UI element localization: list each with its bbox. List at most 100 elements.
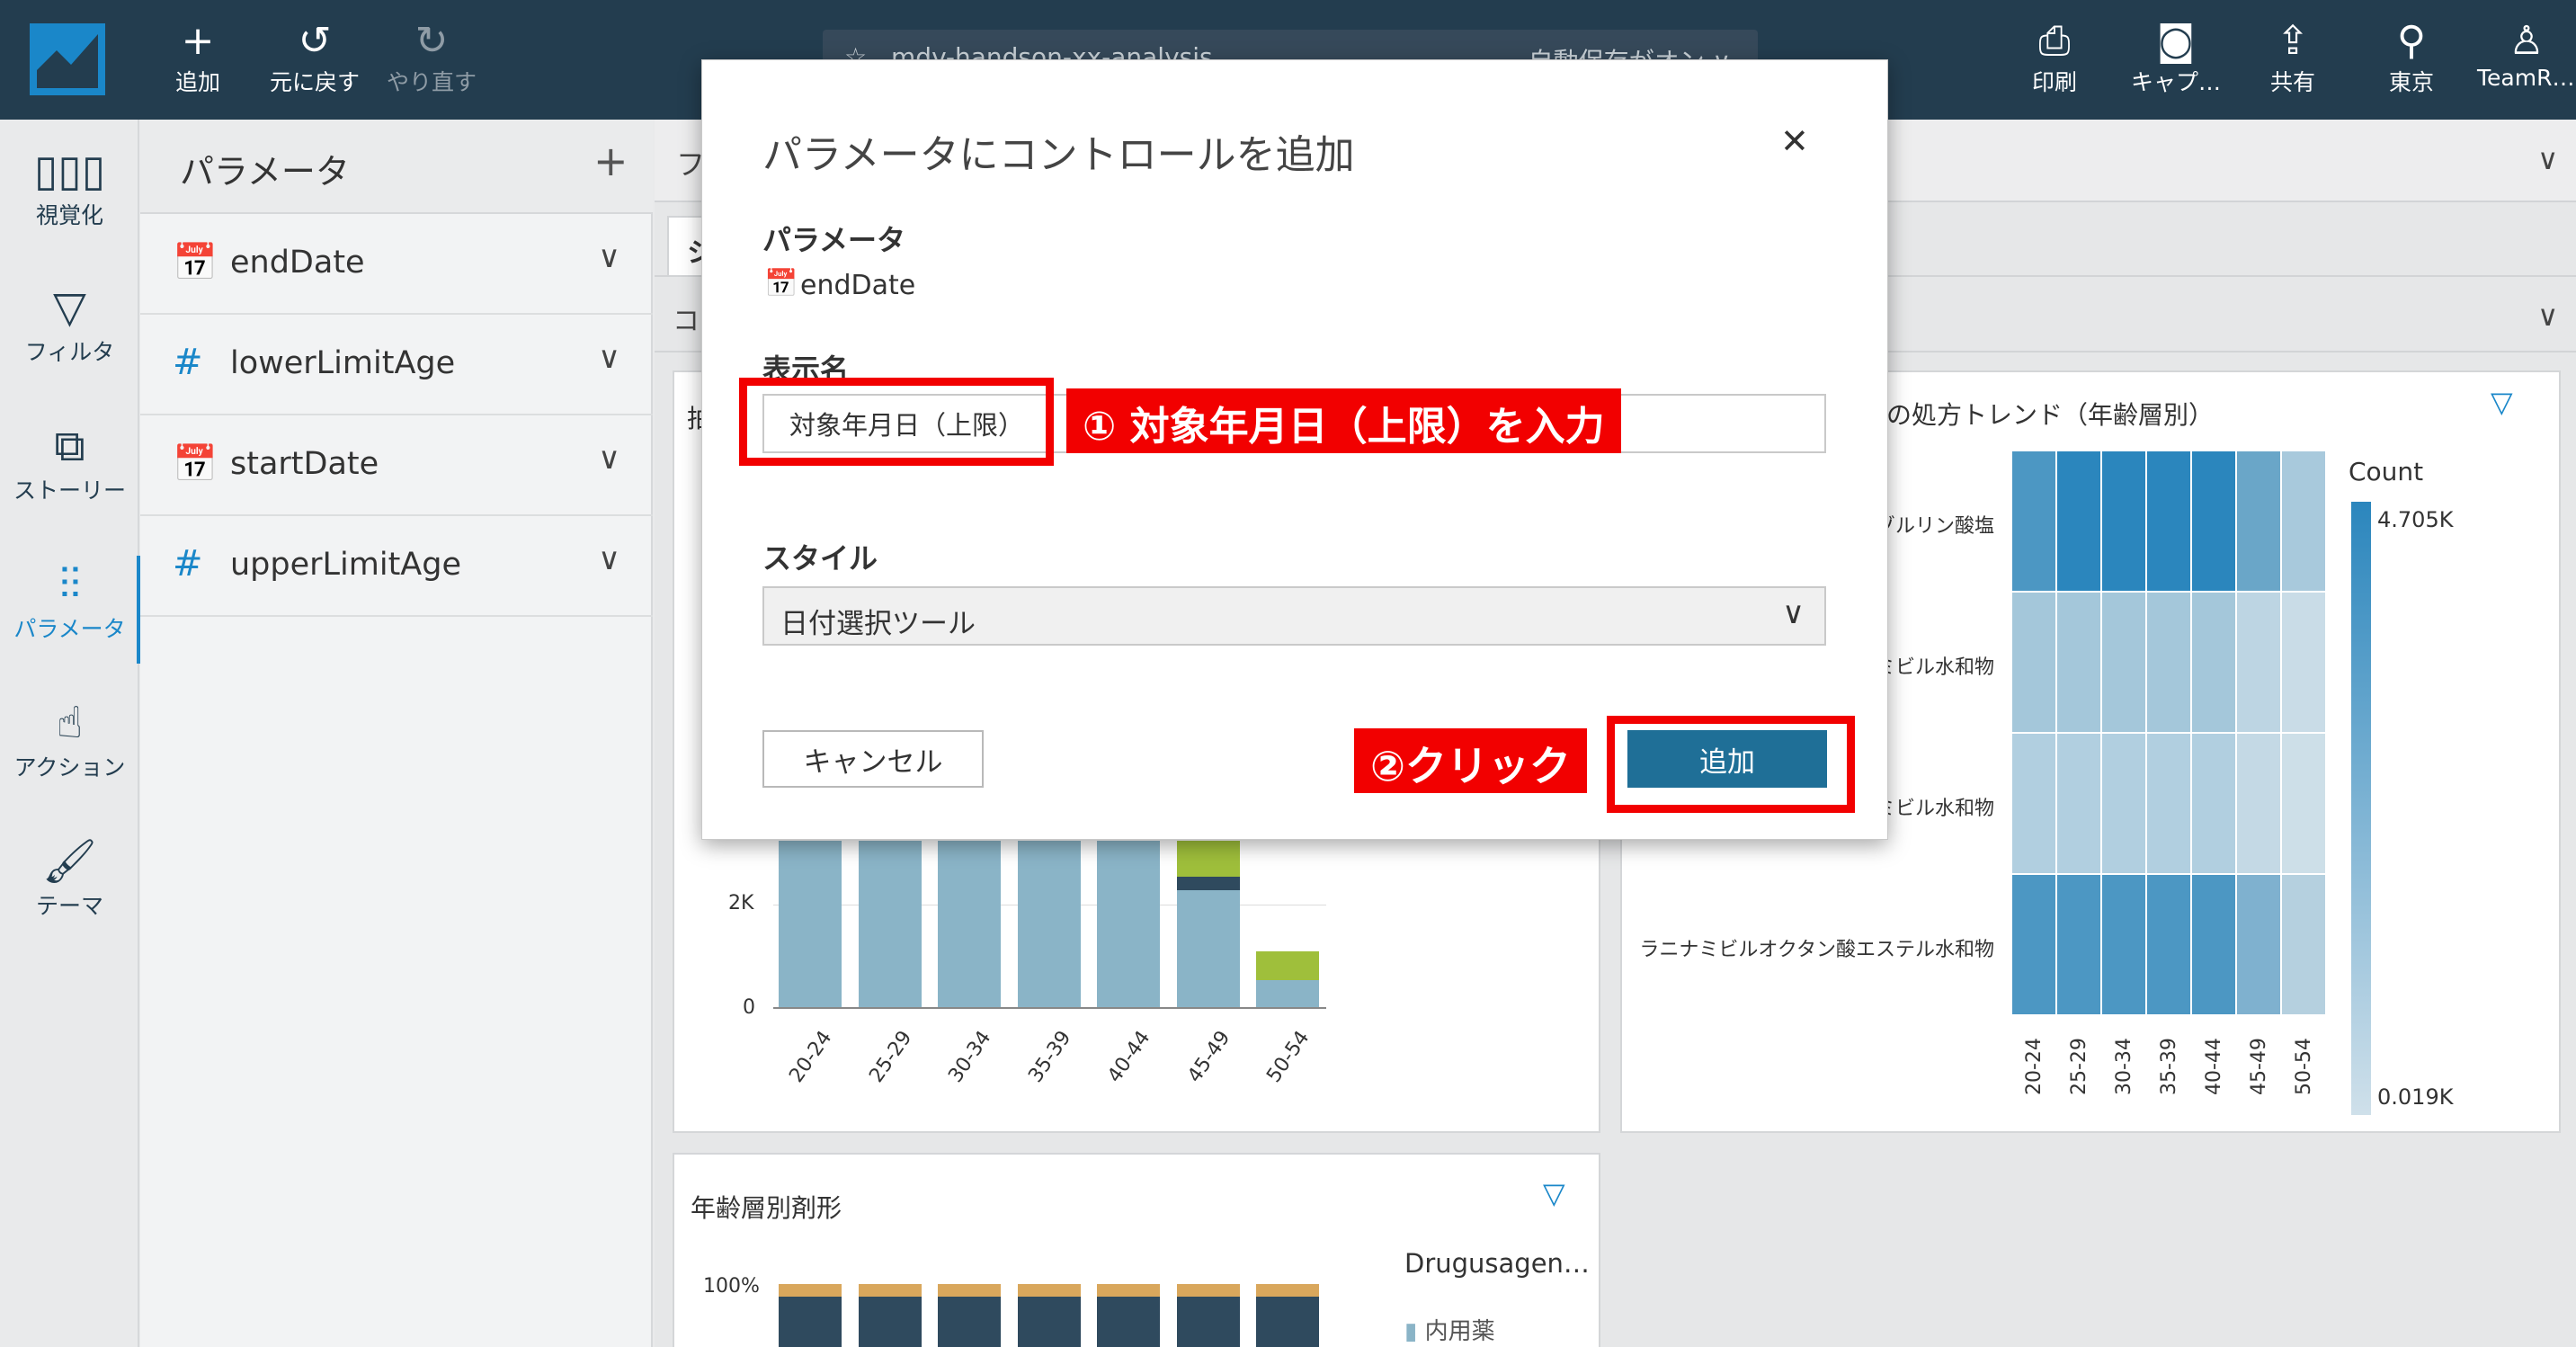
controls-chevron-icon[interactable]: ∨ (2537, 299, 2558, 333)
hash-icon: # (173, 543, 203, 584)
y-tick: 0 (743, 996, 755, 1019)
bar-segment[interactable] (1176, 1284, 1240, 1297)
parameter-item-upperlimitage[interactable]: # upperLimitAge ∨ (140, 516, 653, 617)
annotation-step1: ① 対象年月日（上限）を入力 (1066, 388, 1621, 453)
bar-segment[interactable] (858, 1297, 922, 1347)
heatmap-cell[interactable] (2057, 451, 2102, 593)
heatmap-cell[interactable] (2057, 593, 2102, 734)
bar-segment[interactable] (938, 1297, 1001, 1347)
chevron-down-icon[interactable]: ∨ (598, 239, 620, 275)
heatmap-cell[interactable] (2237, 875, 2282, 1016)
share-button[interactable]: ⇪ 共有 (2266, 18, 2320, 97)
close-icon[interactable]: ✕ (1780, 121, 1809, 161)
hash-icon: # (173, 342, 203, 383)
rail-theme[interactable]: 🖌 テーマ (0, 834, 139, 921)
chevron-down-icon[interactable]: ∨ (598, 340, 620, 376)
heatmap-cell[interactable] (2147, 875, 2192, 1016)
bar-segment[interactable] (1176, 877, 1240, 890)
heatmap-cell[interactable] (2012, 451, 2057, 593)
bar-segment[interactable] (1256, 1284, 1319, 1297)
heatmap-cell[interactable] (2282, 593, 2327, 734)
parameter-item-enddate[interactable]: 📅 endDate ∨ (140, 214, 653, 315)
bar-segment[interactable] (1097, 1284, 1160, 1297)
heatmap-cell[interactable] (2192, 875, 2237, 1016)
cancel-button[interactable]: キャンセル (762, 730, 984, 788)
parameter-item-lowerlimitage[interactable]: # lowerLimitAge ∨ (140, 315, 653, 415)
region-button[interactable]: ⚲ 東京 (2384, 18, 2438, 97)
filter-icon[interactable]: ▽ (2491, 385, 2513, 419)
heatmap-cell[interactable] (2237, 734, 2282, 875)
heatmap-cell[interactable] (2282, 875, 2327, 1016)
bar-segment[interactable] (938, 1284, 1001, 1297)
parameter-item-startdate[interactable]: 📅 startDate ∨ (140, 415, 653, 516)
rail-story[interactable]: ⧉ ストーリー (0, 419, 139, 505)
add-parameter-button[interactable]: + (593, 137, 628, 185)
heatmap-cell[interactable] (2012, 875, 2057, 1016)
add-button[interactable]: + 追加 (171, 18, 225, 97)
bar[interactable] (1017, 841, 1081, 1007)
heatmap-row-label: ラニナミビルオクタン酸エステル水和物 (1639, 938, 1994, 961)
heatmap-cell[interactable] (2192, 734, 2237, 875)
bar-segment[interactable] (1256, 951, 1319, 980)
heatmap-cell[interactable] (2012, 734, 2057, 875)
heatmap-row-label: ミビル水和物 (1875, 797, 1994, 820)
heatmap-cell[interactable] (2102, 875, 2147, 1016)
heatmap-cell[interactable] (2282, 451, 2327, 593)
bar-segment[interactable] (779, 1284, 842, 1297)
user-menu[interactable]: ♙ TeamR… (2477, 18, 2576, 91)
bar-segment[interactable] (1097, 1297, 1160, 1347)
collapse-chevron-icon[interactable]: ∨ (2537, 142, 2558, 176)
bar-segment[interactable] (1256, 1297, 1319, 1347)
bar[interactable] (858, 841, 922, 1007)
chevron-down-icon[interactable]: ∨ (598, 541, 620, 577)
heatmap-cell[interactable] (2057, 734, 2102, 875)
heatmap-cell[interactable] (2237, 451, 2282, 593)
heatmap-cell[interactable] (2192, 593, 2237, 734)
bar-segment[interactable] (1017, 1284, 1081, 1297)
quicksight-logo[interactable] (30, 23, 105, 95)
style-select[interactable]: 日付選択ツール ∨ (762, 586, 1826, 646)
print-button[interactable]: ⎙ 印刷 (2028, 18, 2081, 97)
chevron-down-icon: ∨ (1782, 595, 1805, 631)
parameter-label: パラメータ (762, 223, 906, 257)
bar[interactable] (779, 841, 842, 1007)
story-play-icon: ⧉ (54, 421, 85, 471)
heatmap-cell[interactable] (2102, 593, 2147, 734)
heatmap-title: の処方トレンド（年齢層別） (1886, 400, 2215, 430)
chevron-down-icon[interactable]: ∨ (598, 441, 620, 477)
bar-segment[interactable] (1017, 1297, 1081, 1347)
heatmap-row-label: ミビル水和物 (1875, 656, 1994, 679)
bar-segment[interactable] (779, 1297, 842, 1347)
heatmap-cell[interactable] (2102, 451, 2147, 593)
bar[interactable] (1176, 890, 1240, 1007)
undo-button[interactable]: ↺ 元に戻す (265, 18, 364, 97)
bar[interactable] (1097, 841, 1160, 1007)
bar[interactable] (938, 841, 1001, 1007)
bar-chart-icon: ▯▯▯ (33, 146, 106, 196)
bar-segment[interactable] (1176, 841, 1240, 877)
heatmap-cell[interactable] (2237, 593, 2282, 734)
bar-segment[interactable] (858, 1284, 922, 1297)
redo-button[interactable]: ↻ やり直す (382, 18, 481, 97)
heatmap-cell[interactable] (2192, 451, 2237, 593)
rail-action[interactable]: ☝ アクション (0, 696, 139, 782)
rail-filter[interactable]: ▽ フィルタ (0, 281, 139, 367)
rail-visualize[interactable]: ▯▯▯ 視覚化 (0, 144, 139, 230)
bar[interactable] (1256, 980, 1319, 1007)
annotation-highlight-input (739, 378, 1054, 466)
heatmap-cell[interactable] (2012, 593, 2057, 734)
heatmap-cell[interactable] (2102, 734, 2147, 875)
heatmap-cell[interactable] (2147, 593, 2192, 734)
share-icon: ⇪ (2276, 18, 2310, 64)
heatmap-cell[interactable] (2147, 451, 2192, 593)
bar-segment[interactable] (1176, 1297, 1240, 1347)
heatmap-cell[interactable] (2282, 734, 2327, 875)
plus-icon: + (181, 18, 215, 64)
heatmap-cell[interactable] (2057, 875, 2102, 1016)
y-tick-100: 100% (703, 1275, 760, 1298)
heatmap-cell[interactable] (2147, 734, 2192, 875)
empty-slot (1620, 1153, 2561, 1347)
rail-parameter[interactable]: ⫶⫶ パラメータ (0, 558, 139, 644)
capture-button[interactable]: ◙ キャプ… (2122, 18, 2230, 97)
filter-icon[interactable]: ▽ (1543, 1176, 1565, 1210)
